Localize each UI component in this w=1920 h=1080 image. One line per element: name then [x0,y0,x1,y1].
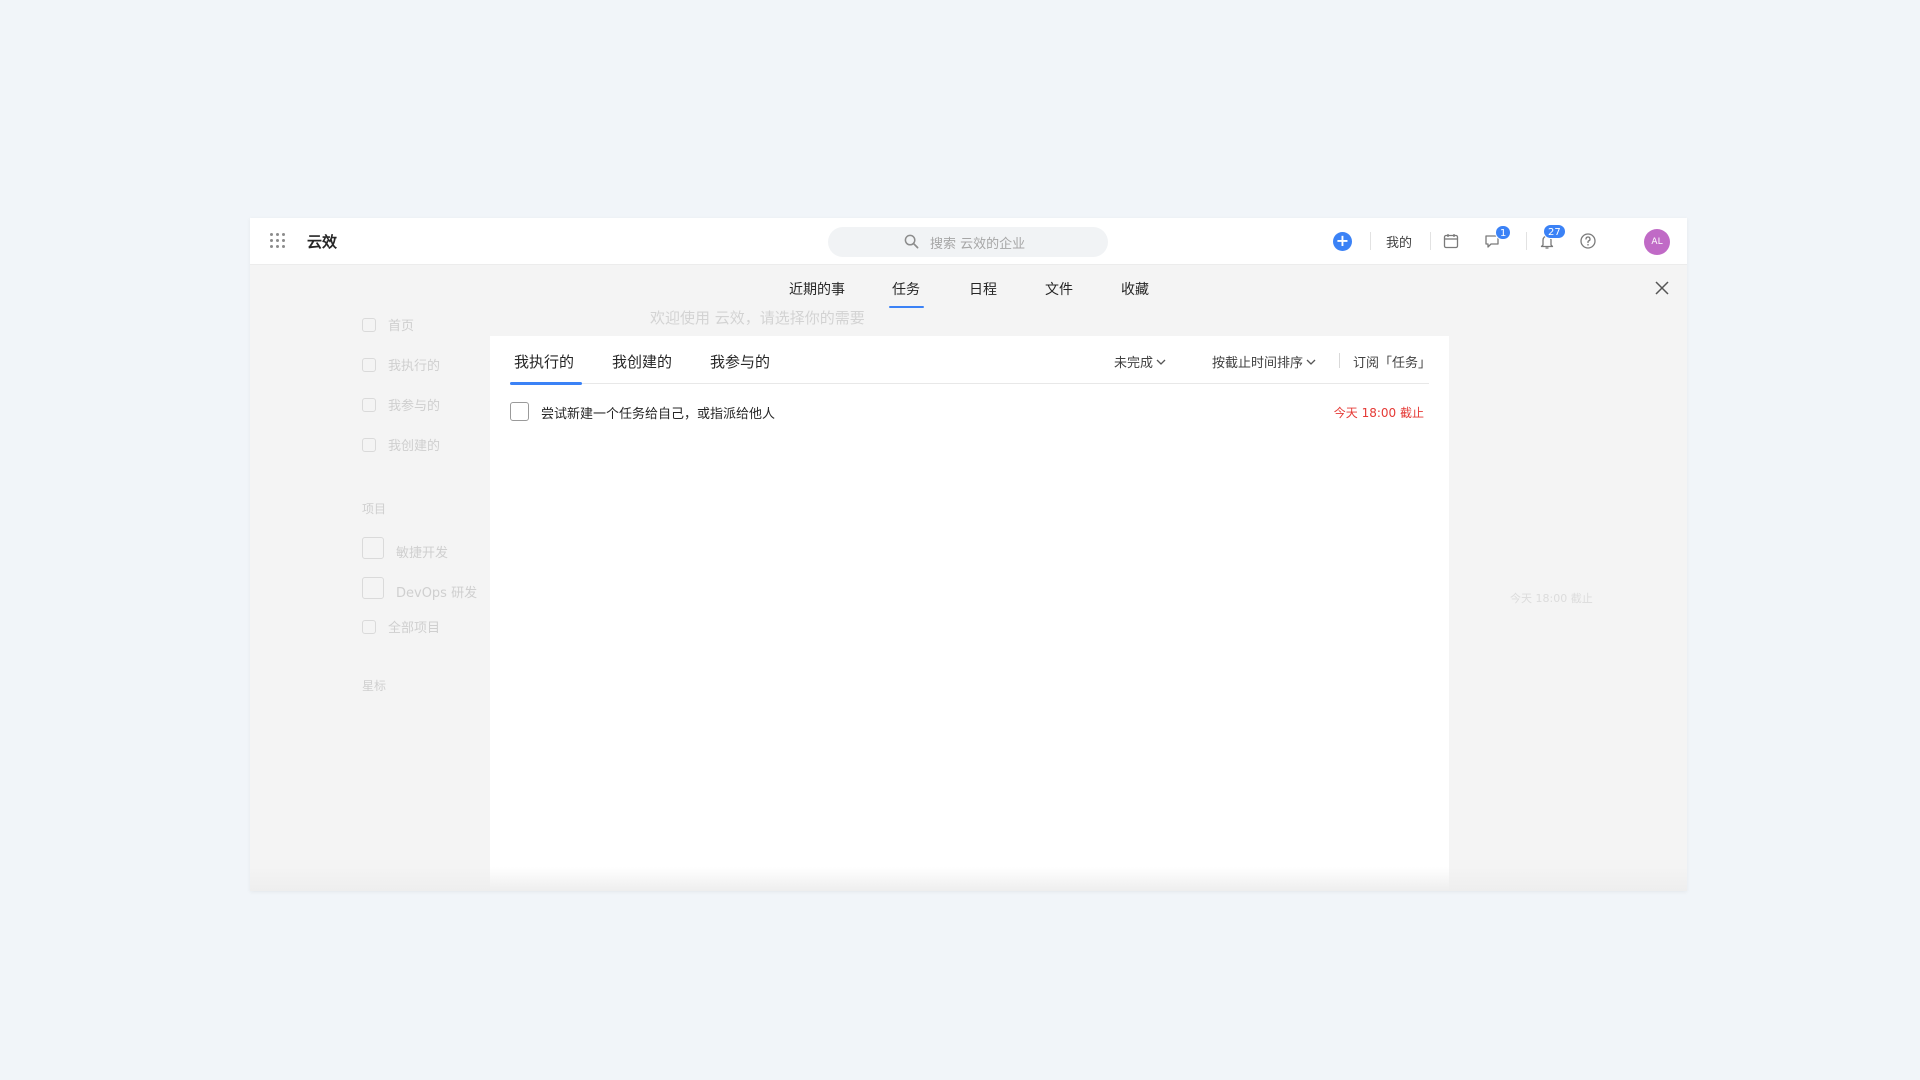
notification-badge: 27 [1543,224,1566,239]
tab-created-by-me[interactable]: 我创建的 [612,351,672,372]
bg-sidebar-item: 全部项目 [362,617,440,636]
tab-assigned-to-me[interactable]: 我执行的 [514,351,574,372]
tab-files[interactable]: 文件 [1045,279,1073,299]
chevron-down-icon [1306,359,1316,365]
chevron-down-icon [1156,359,1166,365]
search-input[interactable]: 搜索 云效的企业 [828,227,1108,257]
overlay-tab-bar: 近期的事 任务 日程 文件 收藏 [250,265,1687,311]
task-row[interactable]: 尝试新建一个任务给自己，或指派给他人 今天 18:00 截止 [510,400,1429,424]
bg-sidebar-item: 首页 [362,315,414,334]
task-due-date: 今天 18:00 截止 [1333,406,1424,420]
divider [1339,353,1340,368]
tab-tasks-underline [889,306,924,308]
tab-favorites[interactable]: 收藏 [1121,279,1149,299]
status-filter-label: 未完成 [1114,356,1154,371]
bg-sidebar-item: DevOps 研发 [362,577,477,601]
task-checkbox[interactable] [510,402,529,421]
bg-sidebar-item: 敏捷开发 [362,537,448,561]
close-icon[interactable] [1654,280,1670,296]
brand-name[interactable]: 云效 [307,231,337,252]
bg-sidebar-item: 项目 [362,502,387,516]
search-icon [904,234,919,249]
sort-label: 按截止时间排序 [1212,356,1304,371]
bg-sidebar-item: 我参与的 [362,395,440,414]
tab-recent[interactable]: 近期的事 [789,279,845,299]
apps-grid-icon[interactable] [270,233,286,249]
help-icon[interactable] [1579,232,1597,250]
chat-badge: 1 [1495,225,1512,240]
calendar-icon[interactable] [1442,232,1460,250]
task-title[interactable]: 尝试新建一个任务给自己，或指派给他人 [541,403,775,422]
bg-right-text: 今天 18:00 截止 [1510,592,1593,605]
divider [1430,232,1431,250]
bottom-fade [250,867,1687,891]
bg-sidebar-item: 我创建的 [362,435,440,454]
search-placeholder: 搜索 云效的企业 [930,237,1026,252]
task-tabs: 我执行的 我创建的 我参与的 未完成 按截止时间排序 订阅「任务」 [510,336,1431,385]
create-button[interactable]: + [1333,232,1352,251]
app-window: 首页 我执行的 我参与的 我创建的 项目 敏捷开发 DevOps 研发 全部项目… [250,218,1687,891]
task-panel: 我执行的 我创建的 我参与的 未完成 按截止时间排序 订阅「任务」 尝试新建一个… [490,336,1449,891]
divider [1526,232,1527,250]
sort-dropdown[interactable]: 按截止时间排序 [1212,352,1317,371]
top-bar: 云效 搜索 云效的企业 + 我的 1 27 AL [250,218,1687,265]
active-tab-underline [510,382,582,385]
bg-sidebar-item: 星标 [362,679,387,693]
tab-tasks[interactable]: 任务 [892,279,920,299]
user-avatar[interactable]: AL [1644,229,1670,255]
bg-sidebar-item: 我执行的 [362,355,440,374]
subscribe-button[interactable]: 订阅「任务」 [1353,352,1431,371]
divider [1370,232,1371,250]
tab-schedule[interactable]: 日程 [969,279,997,299]
mine-button[interactable]: 我的 [1386,232,1412,251]
tab-participating[interactable]: 我参与的 [710,351,770,372]
status-filter-dropdown[interactable]: 未完成 [1114,352,1167,371]
